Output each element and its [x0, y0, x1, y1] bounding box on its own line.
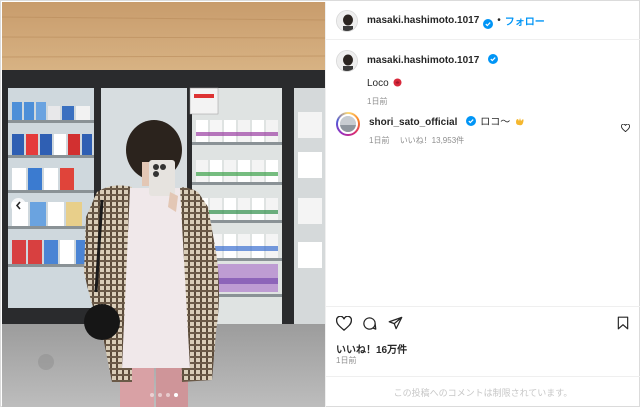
caption-age: 1日前	[367, 97, 388, 106]
comment-text: ロコ〜	[480, 117, 511, 128]
comment-meta: 1日前 いいね！13,953件	[369, 135, 525, 146]
post-header: masaki.hashimoto.1017 • フォロー	[326, 2, 640, 40]
comment-icon	[363, 317, 377, 330]
carousel-dot-active	[173, 393, 178, 397]
hand-emoji-icon	[515, 116, 525, 128]
post-dialog: masaki.hashimoto.1017 • フォロー masaki.hash…	[0, 0, 640, 407]
share-button[interactable]	[388, 316, 403, 335]
heart-icon	[621, 123, 630, 133]
rose-emoji-icon	[393, 77, 402, 89]
comment-row: shori_sato_official ロコ〜 1日前 いいね！13,953件	[336, 112, 525, 146]
carousel-dots	[2, 393, 325, 397]
comment-likes[interactable]: いいね！13,953件	[400, 136, 464, 145]
comment-username[interactable]: shori_sato_official	[369, 117, 457, 128]
share-icon	[388, 316, 403, 330]
caption-username[interactable]: masaki.hashimoto.1017	[367, 55, 479, 66]
verified-icon	[483, 16, 494, 29]
verified-icon	[465, 116, 476, 126]
carousel-dot	[165, 393, 170, 397]
comment-button[interactable]	[362, 316, 377, 336]
separator-dot: •	[497, 15, 501, 26]
comments-area: masaki.hashimoto.1017 Loco 1日前 shori_sat…	[326, 40, 640, 306]
follow-button[interactable]: フォロー	[505, 13, 545, 28]
action-bar: いいね！16万件 1日前	[326, 306, 640, 376]
comment-like-button[interactable]	[621, 119, 630, 137]
caption-text: Loco	[367, 78, 389, 89]
author-avatar[interactable]	[336, 9, 358, 32]
comment-body: shori_sato_official ロコ〜 1日前 いいね！13,953件	[369, 112, 525, 146]
chevron-left-icon	[15, 201, 22, 210]
likes-count[interactable]: いいね！16万件	[336, 341, 407, 356]
caption-row: masaki.hashimoto.1017 Loco 1日前	[336, 50, 498, 107]
commenter-avatar[interactable]	[336, 112, 360, 136]
caption-body: masaki.hashimoto.1017 Loco 1日前	[367, 50, 498, 107]
carousel-dot	[149, 393, 154, 397]
verified-icon	[487, 54, 498, 64]
author-username[interactable]: masaki.hashimoto.1017	[367, 15, 479, 26]
store-photo-illustration	[2, 2, 325, 407]
comments-restricted-notice: この投稿へのコメントは制限されています。	[326, 376, 640, 407]
bookmark-icon	[617, 316, 629, 330]
previous-photo-button[interactable]	[11, 198, 26, 213]
caption-avatar[interactable]	[336, 50, 358, 72]
like-button[interactable]	[335, 315, 353, 336]
heart-icon	[335, 315, 353, 332]
carousel-dot	[157, 393, 162, 397]
save-button[interactable]	[617, 316, 629, 335]
comment-age: 1日前	[369, 136, 390, 145]
post-panel: masaki.hashimoto.1017 • フォロー masaki.hash…	[325, 2, 640, 407]
post-photo[interactable]	[2, 2, 325, 407]
post-date: 1日前	[336, 356, 357, 365]
